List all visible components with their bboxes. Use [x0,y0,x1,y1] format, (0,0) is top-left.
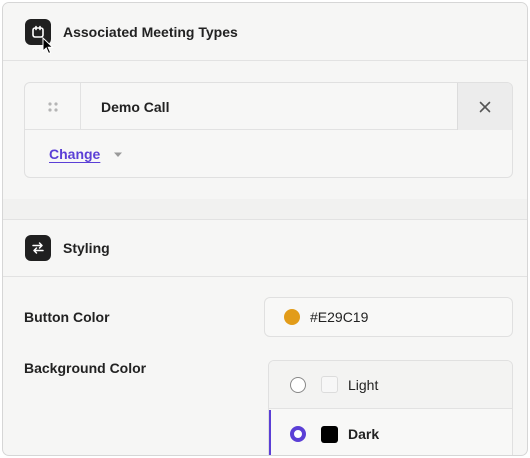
swap-arrows-icon [25,235,51,261]
chevron-down-icon[interactable] [113,152,123,158]
mouse-pointer-icon [42,37,54,55]
color-swatch [284,309,300,325]
background-color-options: Light Dark [268,360,513,455]
meeting-type-row: Demo Call [25,83,512,130]
light-swatch [321,376,338,393]
radio-unselected[interactable] [290,376,306,393]
background-color-label: Background Color [24,360,147,376]
dark-swatch [321,425,338,443]
button-color-input[interactable]: #E29C19 [264,297,513,337]
button-color-label: Button Color [24,309,110,325]
styling-title: Styling [63,240,110,256]
change-meeting-type-link[interactable]: Change [49,146,100,162]
background-option-light[interactable]: Light [269,361,512,409]
background-option-dark-label: Dark [348,426,380,442]
meeting-type-name: Demo Call [101,99,170,115]
drag-handle-icon[interactable] [25,83,81,130]
settings-panel: Associated Meeting Types Demo Call Chang… [2,2,528,456]
radio-selected[interactable] [290,426,306,442]
background-option-dark[interactable]: Dark [269,410,512,455]
meeting-types-header: Associated Meeting Types [3,3,527,61]
button-color-value: #E29C19 [310,309,369,325]
section-divider [3,199,527,219]
meeting-type-card: Demo Call Change [24,82,513,178]
remove-meeting-type-button[interactable] [457,83,512,130]
close-icon [479,101,491,112]
styling-header: Styling [3,219,527,277]
meeting-types-title: Associated Meeting Types [63,23,238,40]
background-option-light-label: Light [348,376,379,393]
